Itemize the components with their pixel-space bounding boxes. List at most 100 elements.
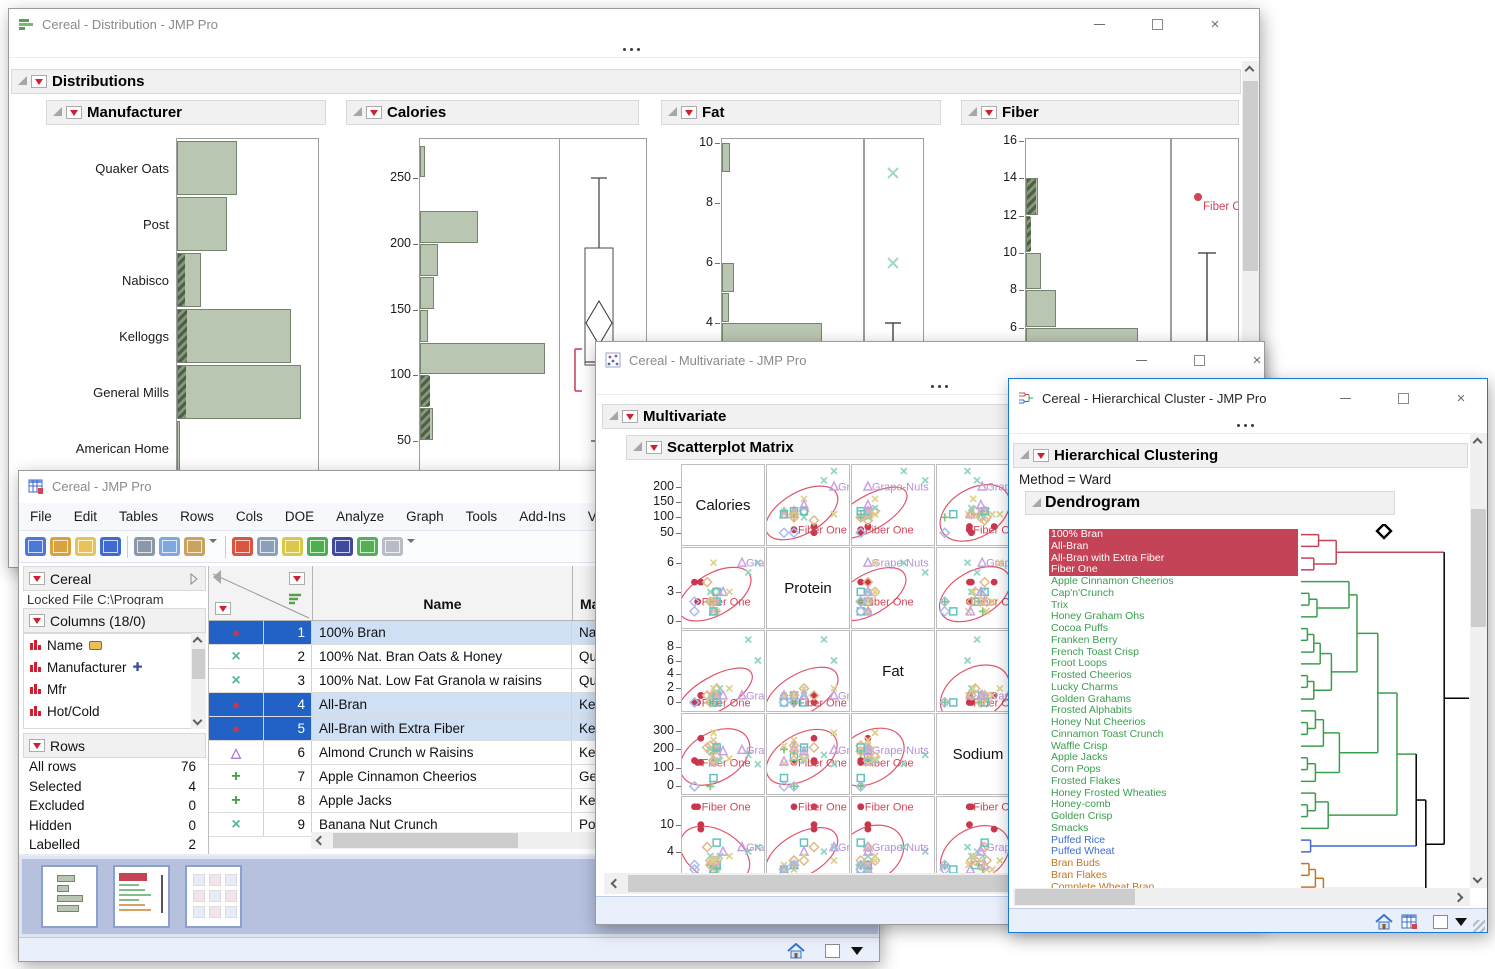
launch-analysis-icon[interactable]	[357, 537, 378, 556]
histogram-bar[interactable]	[722, 263, 734, 292]
dendrogram-leaf-label[interactable]: 100% Bran	[1051, 529, 1103, 541]
scrollbar-thumb[interactable]	[192, 649, 205, 679]
rows-stat[interactable]: All rows76	[23, 759, 206, 779]
vertical-scrollbar[interactable]	[1470, 433, 1487, 888]
row-state-cell[interactable]: +	[209, 789, 264, 812]
scroll-right-icon[interactable]	[1454, 893, 1464, 903]
annotate-icon[interactable]	[382, 537, 403, 556]
selected-bar-portion[interactable]	[178, 310, 187, 362]
distribution-icon[interactable]	[307, 537, 328, 556]
summary-icon[interactable]	[257, 537, 278, 556]
histogram-bar[interactable]	[420, 277, 434, 309]
copy-icon[interactable]	[159, 537, 180, 556]
report-thumbnail-multivariate[interactable]	[185, 865, 242, 928]
scroll-left-icon[interactable]	[316, 836, 326, 846]
menu-cols[interactable]: Cols	[225, 509, 274, 524]
columns-scrollbar[interactable]	[191, 633, 206, 729]
maximize-button[interactable]	[1381, 385, 1425, 411]
histogram-bar[interactable]	[722, 143, 730, 172]
menu-edit[interactable]: Edit	[63, 509, 108, 524]
scatterplot-cell[interactable]: Fiber OneGrape-Nuts	[681, 630, 765, 712]
new-data-table-icon[interactable]	[25, 537, 46, 556]
disclosure-triangle-icon[interactable]	[1020, 450, 1029, 459]
red-triangle-menu-icon[interactable]	[215, 602, 231, 615]
close-button[interactable]: ×	[1439, 385, 1483, 411]
outline-hierarchical-clustering[interactable]: Hierarchical Clustering	[1013, 443, 1468, 468]
name-cell[interactable]: Apple Jacks	[312, 789, 572, 812]
scatterplot[interactable]: Fiber OneGrape-Nuts	[851, 713, 935, 795]
journal-icon[interactable]	[50, 537, 71, 556]
scatterplot[interactable]: Fiber OneGrape-Nuts	[851, 547, 935, 629]
outline-manufacturer[interactable]: Manufacturer	[46, 100, 326, 125]
row-state-cell[interactable]: ×	[209, 813, 264, 836]
scatterplot-cell[interactable]: Fiber OneGrape-Nuts	[681, 547, 765, 629]
minimize-button[interactable]	[1119, 347, 1163, 373]
row-number-cell[interactable]: 1	[264, 621, 312, 644]
cut-icon[interactable]	[134, 537, 155, 556]
scatterplot[interactable]: Fiber OneGrape-Nuts	[851, 464, 935, 546]
scatterplot-cell[interactable]: Fiber OneGrape-Nuts	[851, 464, 935, 546]
histogram-bar[interactable]	[420, 146, 425, 177]
menu-tools[interactable]: Tools	[455, 509, 509, 524]
paste-icon[interactable]	[184, 537, 205, 556]
disclosure-triangle-icon[interactable]	[668, 107, 677, 116]
disclosure-triangle-icon[interactable]	[1032, 498, 1041, 507]
dendrogram-leaf-label[interactable]: Apple Cinnamon Cheerios	[1051, 576, 1174, 588]
toolbar-overflow-icon[interactable]	[209, 539, 217, 543]
minimize-button[interactable]	[1323, 385, 1367, 411]
resize-grip[interactable]	[1473, 920, 1485, 932]
outline-calories[interactable]: Calories	[346, 100, 639, 125]
red-triangle-menu-icon[interactable]	[366, 106, 382, 119]
maximize-button[interactable]	[1177, 347, 1221, 373]
window-state-box[interactable]	[1433, 915, 1448, 929]
selected-bar-portion[interactable]	[1027, 179, 1036, 214]
histogram-bar[interactable]	[420, 211, 478, 243]
name-cell[interactable]: Almond Crunch w Raisins	[312, 741, 572, 764]
scatterplot[interactable]: Fiber OneGrape-Nuts	[681, 630, 765, 712]
menu-add-ins[interactable]: Add-Ins	[508, 509, 577, 524]
row-state-cell[interactable]: ●	[209, 693, 264, 716]
selected-bar-portion[interactable]	[178, 366, 186, 418]
column-item[interactable]: Name	[24, 634, 191, 656]
scatterplot[interactable]: Fiber OneGrape-Nuts	[851, 796, 935, 873]
histogram-bar[interactable]	[420, 310, 428, 342]
report-thumbnail-distribution[interactable]	[41, 865, 98, 928]
red-triangle-menu-icon[interactable]	[622, 410, 638, 423]
ribbon-toggle[interactable]	[623, 48, 640, 51]
scatterplot[interactable]: Fiber OneGrape-Nuts	[681, 796, 765, 873]
disclosure-triangle-icon[interactable]	[353, 107, 362, 116]
name-cell[interactable]: Apple Cinnamon Cheerios	[312, 765, 572, 788]
scatterplot[interactable]: Fiber OneGrape-Nuts	[766, 713, 850, 795]
red-triangle-menu-icon[interactable]	[681, 106, 697, 119]
disclosure-triangle-icon[interactable]	[18, 76, 27, 85]
row-number-cell[interactable]: 9	[264, 813, 312, 836]
scatterplot-cell[interactable]: Fiber OneGrape-Nuts	[851, 796, 935, 873]
row-number-cell[interactable]: 5	[264, 717, 312, 740]
open-icon[interactable]	[75, 537, 96, 556]
dendrogram-leaf-label[interactable]: Cocoa Puffs	[1051, 623, 1108, 635]
maximize-button[interactable]	[1135, 11, 1179, 37]
data-table-icon[interactable]	[232, 537, 253, 556]
rows-stat[interactable]: Selected4	[23, 779, 206, 799]
scatterplot[interactable]: Fiber OneGrape-Nuts	[681, 713, 765, 795]
scrollbar-thumb[interactable]	[1243, 81, 1258, 271]
column-item[interactable]: Hot/Cold	[24, 700, 191, 722]
column-header-name[interactable]: Name	[313, 596, 572, 612]
red-triangle-menu-icon[interactable]	[29, 614, 45, 627]
multivariate-titlebar[interactable]: Cereal - Multivariate - JMP Pro ×	[596, 342, 1264, 378]
red-triangle-menu-icon[interactable]	[289, 572, 305, 585]
row-state-cell[interactable]: ●	[209, 621, 264, 644]
menu-file[interactable]: File	[19, 509, 63, 524]
outline-fiber[interactable]: Fiber	[961, 100, 1239, 125]
menu-tables[interactable]: Tables	[108, 509, 169, 524]
columns-panel-header[interactable]: Columns (18/0)	[23, 608, 206, 633]
row-number-cell[interactable]: 3	[264, 669, 312, 692]
manufacturer-bar[interactable]	[177, 309, 291, 363]
red-triangle-menu-icon[interactable]	[31, 75, 47, 88]
scrollbar-thumb[interactable]	[1471, 509, 1486, 627]
manufacturer-bar[interactable]	[177, 141, 237, 195]
selected-bar-portion[interactable]	[421, 409, 430, 439]
dendrogram-leaf-label[interactable]: Corn Pops	[1051, 764, 1101, 776]
close-button[interactable]: ×	[1193, 11, 1237, 37]
dendrogram-leaf-label[interactable]: Franken Berry	[1051, 635, 1118, 647]
